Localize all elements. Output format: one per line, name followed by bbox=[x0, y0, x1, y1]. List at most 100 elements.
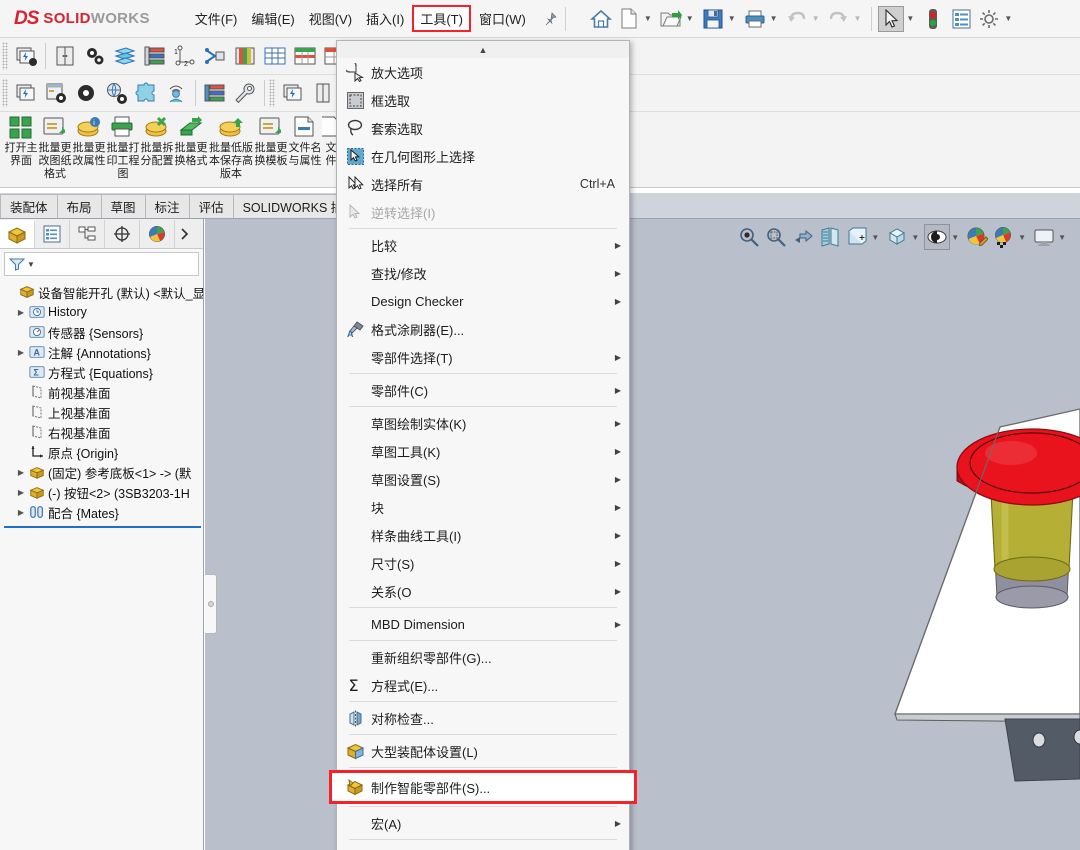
menu-item-relations[interactable]: 关系(O ▶ bbox=[337, 577, 629, 605]
tab-evaluate[interactable]: 评估 bbox=[189, 194, 234, 218]
batch-props-button[interactable]: i 批量更改属性 bbox=[72, 112, 106, 168]
tree-item-button-component[interactable]: ▶ (-) 按钮<2> (3SB3203-1H bbox=[4, 482, 203, 502]
gear-icon[interactable] bbox=[71, 78, 101, 108]
expand-arrow[interactable]: ▶ bbox=[14, 468, 28, 477]
menu-item-mbd-dimension[interactable]: MBD Dimension ▶ bbox=[337, 610, 629, 638]
toolbar-grip-3[interactable] bbox=[269, 79, 275, 107]
panel-resize-handle[interactable] bbox=[205, 574, 217, 634]
tab-sketch[interactable]: 草图 bbox=[101, 194, 146, 218]
display-style-icon[interactable] bbox=[884, 224, 910, 250]
menu-item-lasso-select[interactable]: 套索选取 bbox=[337, 114, 629, 142]
menu-item-blocks[interactable]: 块 ▶ bbox=[337, 493, 629, 521]
redo-icon[interactable] bbox=[825, 6, 851, 32]
open-folder-icon[interactable] bbox=[658, 6, 684, 32]
puzzle-icon[interactable] bbox=[131, 78, 161, 108]
numbered-path-icon[interactable]: 12 bbox=[170, 41, 200, 71]
menu-item-evaluate[interactable]: 评估(E) ▶ bbox=[337, 842, 629, 850]
flash-stack-icon[interactable] bbox=[278, 78, 308, 108]
menu-item-spline-tools[interactable]: 样条曲线工具(I) ▶ bbox=[337, 521, 629, 549]
menu-window[interactable]: 窗口(W) bbox=[472, 5, 533, 32]
wrench-icon[interactable] bbox=[230, 78, 260, 108]
tree-item-equations[interactable]: Σ 方程式 {Equations} bbox=[4, 362, 203, 382]
settings-caret[interactable]: ▼ bbox=[1004, 14, 1012, 23]
new-document-icon[interactable] bbox=[616, 6, 642, 32]
menu-view[interactable]: 视图(V) bbox=[302, 5, 359, 32]
menu-item-find-modify[interactable]: 查找/修改 ▶ bbox=[337, 259, 629, 287]
menu-item-design-checker[interactable]: Design Checker ▶ bbox=[337, 287, 629, 315]
batch-drawing-button[interactable]: 批量更改图纸格式 bbox=[38, 112, 72, 181]
open-folder-caret[interactable]: ▼ bbox=[686, 14, 694, 23]
batch-replace-button[interactable]: 批量更换格式 bbox=[174, 112, 208, 168]
menu-item-sketch-tools[interactable]: 草图工具(K) ▶ bbox=[337, 437, 629, 465]
tab-assembly[interactable]: 装配体 bbox=[0, 194, 58, 218]
menu-item-zoom-options[interactable]: 放大选项 bbox=[337, 58, 629, 86]
tab-layout[interactable]: 布局 bbox=[57, 194, 102, 218]
configuration-manager-tab[interactable] bbox=[70, 220, 105, 248]
previous-view-icon[interactable] bbox=[790, 224, 816, 250]
menu-item-make-smart-component[interactable]: 制作智能零部件(S)... bbox=[337, 770, 629, 804]
feature-tree-filter[interactable]: ▼ bbox=[4, 252, 199, 276]
display-manager-tab[interactable] bbox=[140, 220, 175, 248]
view-settings-icon[interactable] bbox=[1031, 224, 1057, 250]
hide-show-caret[interactable]: ▼ bbox=[951, 233, 959, 242]
menu-item-macro[interactable]: 宏(A) ▶ bbox=[337, 809, 629, 837]
menu-item-dimensions[interactable]: 尺寸(S) ▶ bbox=[337, 549, 629, 577]
apply-scene-icon[interactable] bbox=[991, 224, 1017, 250]
options-list-icon[interactable] bbox=[948, 6, 974, 32]
cabinet-small-icon[interactable] bbox=[308, 78, 338, 108]
batch-print-button[interactable]: 批量打印工程图 bbox=[106, 112, 140, 181]
grid-table-icon[interactable] bbox=[260, 41, 290, 71]
cabinet-icon[interactable] bbox=[50, 41, 80, 71]
menu-tools[interactable]: 工具(T) bbox=[412, 5, 471, 32]
users-icon[interactable] bbox=[161, 78, 191, 108]
select-cursor-icon[interactable] bbox=[878, 6, 904, 32]
menu-insert[interactable]: 插入(I) bbox=[359, 5, 411, 32]
home-icon[interactable] bbox=[588, 6, 614, 32]
menu-item-compare[interactable]: 比较 ▶ bbox=[337, 231, 629, 259]
toolbar-grip[interactable] bbox=[2, 42, 8, 70]
view-settings-caret[interactable]: ▼ bbox=[1058, 233, 1066, 242]
tree-item-annotations[interactable]: ▶ A 注解 {Annotations} bbox=[4, 342, 203, 362]
expand-arrow[interactable]: ▶ bbox=[14, 308, 28, 317]
tree-item-right-plane[interactable]: 右视基准面 bbox=[4, 422, 203, 442]
toolbar-grip-2[interactable] bbox=[2, 79, 8, 107]
menu-item-symmetry-check[interactable]: 对称检查... bbox=[337, 704, 629, 732]
menu-item-sketch-entities[interactable]: 草图绘制实体(K) ▶ bbox=[337, 409, 629, 437]
tab-markup[interactable]: 标注 bbox=[145, 194, 190, 218]
gears-icon[interactable] bbox=[80, 41, 110, 71]
menu-item-select-over-geometry[interactable]: 在几何图形上选择 bbox=[337, 142, 629, 170]
flash-stack-icon[interactable] bbox=[11, 41, 41, 71]
save-caret[interactable]: ▼ bbox=[728, 14, 736, 23]
batch-split-button[interactable]: 批量拆分配置 bbox=[140, 112, 174, 168]
tree-item-base-plate-component[interactable]: ▶ (固定) 参考底板<1> -> (默 bbox=[4, 462, 203, 482]
tree-item-origin[interactable]: 原点 {Origin} bbox=[4, 442, 203, 462]
menu-item-select-all[interactable]: 选择所有 Ctrl+A bbox=[337, 170, 629, 198]
menu-item-sketch-settings[interactable]: 草图设置(S) ▶ bbox=[337, 465, 629, 493]
menu-item-equations[interactable]: Σ 方程式(E)... bbox=[337, 671, 629, 699]
flash-stack-icon[interactable] bbox=[11, 78, 41, 108]
menu-item-components[interactable]: 零部件(C) ▶ bbox=[337, 376, 629, 404]
tree-item-assembly-root[interactable]: 设备智能开孔 (默认) <默认_显示 bbox=[4, 282, 203, 302]
globe-gear-icon[interactable] bbox=[101, 78, 131, 108]
tree-item-top-plane[interactable]: 上视基准面 bbox=[4, 402, 203, 422]
zoom-to-area-icon[interactable] bbox=[763, 224, 789, 250]
view-orientation-caret[interactable]: ▼ bbox=[871, 233, 879, 242]
apply-scene-caret[interactable]: ▼ bbox=[1018, 233, 1026, 242]
split-tool-icon[interactable] bbox=[200, 41, 230, 71]
more-tabs-chevron-icon[interactable] bbox=[175, 220, 195, 248]
batch-lowver-button[interactable]: 批量低版本保存高版本 bbox=[208, 112, 254, 181]
hide-show-items-icon[interactable] bbox=[924, 224, 950, 250]
section-view-icon[interactable] bbox=[817, 224, 843, 250]
colorbars-stack-icon[interactable] bbox=[200, 78, 230, 108]
property-manager-tab[interactable] bbox=[35, 220, 70, 248]
view-orientation-icon[interactable] bbox=[844, 224, 870, 250]
feature-tree-tab[interactable] bbox=[0, 220, 35, 248]
dimxpert-tab[interactable] bbox=[105, 220, 140, 248]
filter-caret-icon[interactable]: ▼ bbox=[27, 260, 35, 269]
settings-gear-icon[interactable] bbox=[976, 6, 1002, 32]
menu-item-component-selection[interactable]: 零部件选择(T) ▶ bbox=[337, 343, 629, 371]
tools-dropdown-menu[interactable]: ▲ 放大选项 框选取 套索选取 在几何图形上选择 bbox=[336, 40, 630, 850]
expand-arrow[interactable]: ▶ bbox=[14, 488, 28, 497]
select-cursor-caret[interactable]: ▼ bbox=[906, 14, 914, 23]
colorbars-icon[interactable] bbox=[140, 41, 170, 71]
